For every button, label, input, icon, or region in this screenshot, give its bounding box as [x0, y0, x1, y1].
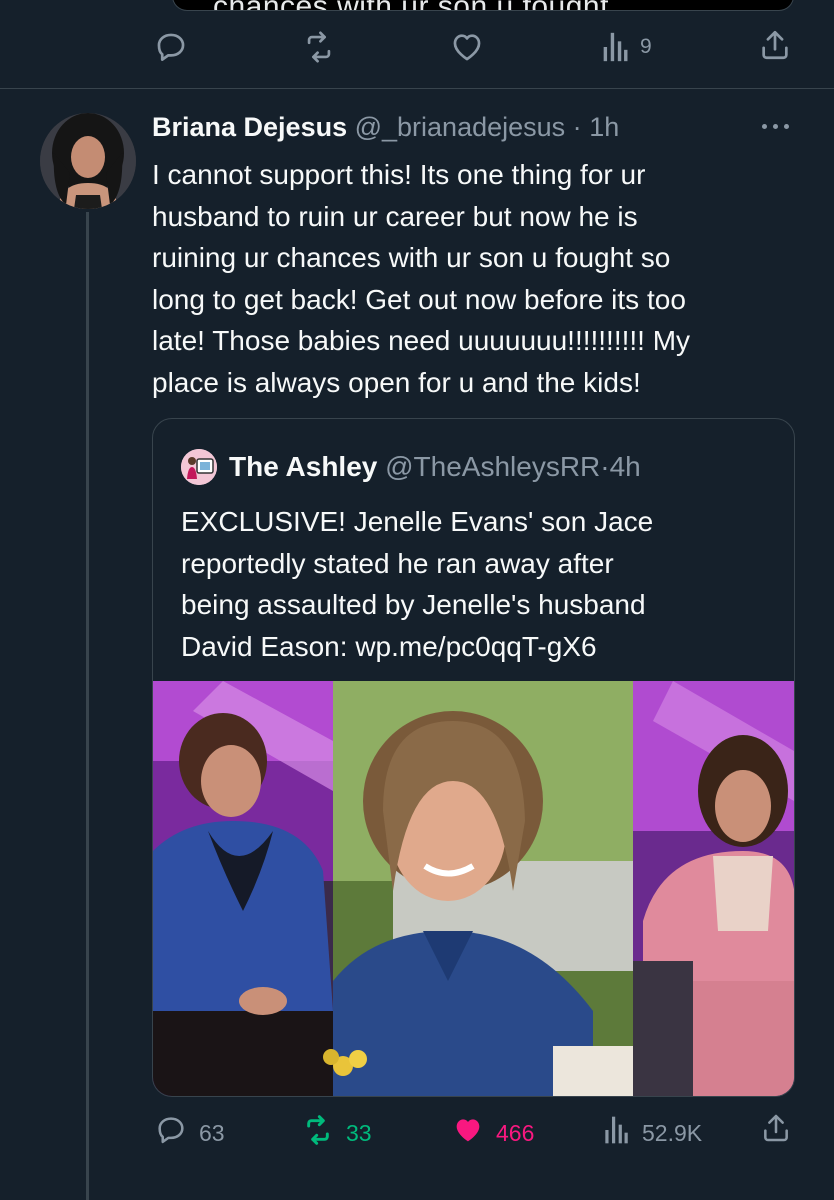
views-count: 52.9K — [642, 1119, 703, 1146]
views-icon — [600, 30, 630, 64]
share-icon — [758, 28, 792, 62]
quoted-tweet-card[interactable]: The Ashley @TheAshleysRR·4h EXCLUSIVE! J… — [152, 418, 795, 1097]
retweet-button[interactable] — [302, 30, 336, 64]
separator-dot: · — [572, 112, 582, 142]
share-button[interactable] — [760, 1112, 792, 1150]
reply-button[interactable]: 63 — [155, 1114, 225, 1152]
avatar[interactable] — [40, 113, 136, 209]
retweet-count: 33 — [346, 1119, 372, 1146]
like-count: 466 — [496, 1119, 535, 1146]
reply-icon — [154, 30, 188, 64]
reply-button[interactable] — [154, 30, 188, 64]
retweet-icon — [302, 30, 336, 64]
thread-line — [86, 212, 89, 1200]
author-handle[interactable]: @_brianadejesus — [355, 112, 566, 142]
views-button[interactable]: 52.9K — [602, 1114, 702, 1152]
separator-dot: · — [600, 451, 610, 482]
tweet-header: Briana Dejesus @_brianadejesus · 1h — [152, 112, 619, 143]
tweet-text: I cannot support this! Its one thing for… — [152, 159, 691, 398]
views-button[interactable]: 9 — [600, 30, 652, 64]
share-icon — [760, 1112, 792, 1150]
views-icon — [602, 1114, 630, 1152]
reply-icon — [155, 1114, 187, 1152]
share-button[interactable] — [758, 28, 792, 62]
like-button[interactable] — [450, 30, 484, 64]
quoted-header: The Ashley @TheAshleysRR·4h — [229, 451, 641, 483]
like-icon — [450, 30, 484, 64]
like-button[interactable]: 466 — [452, 1114, 534, 1152]
previous-tweet-media[interactable]: chances with ur son u fought — [172, 0, 794, 11]
like-icon — [452, 1114, 484, 1152]
quoted-author-handle[interactable]: @TheAshleysRR — [385, 451, 600, 482]
quoted-media-image[interactable] — [153, 681, 794, 1096]
views-count: 9 — [640, 35, 652, 58]
retweet-icon — [302, 1114, 334, 1152]
tweet-divider — [0, 88, 834, 89]
reply-count: 63 — [199, 1119, 225, 1146]
tweet-time[interactable]: 1h — [589, 112, 619, 142]
previous-tweet-cut-text: chances with ur son u fought — [213, 0, 609, 10]
quoted-author-name[interactable]: The Ashley — [229, 451, 377, 482]
retweet-button[interactable]: 33 — [302, 1114, 372, 1152]
more-icon-dot — [773, 124, 778, 129]
author-name[interactable]: Briana Dejesus — [152, 112, 347, 142]
quoted-text: EXCLUSIVE! Jenelle Evans' son Jace repor… — [181, 506, 654, 662]
more-button[interactable] — [758, 110, 794, 140]
quoted-avatar[interactable] — [181, 449, 217, 485]
more-icon-dot — [784, 124, 789, 129]
more-icon — [762, 124, 767, 129]
quoted-time[interactable]: 4h — [610, 451, 641, 482]
